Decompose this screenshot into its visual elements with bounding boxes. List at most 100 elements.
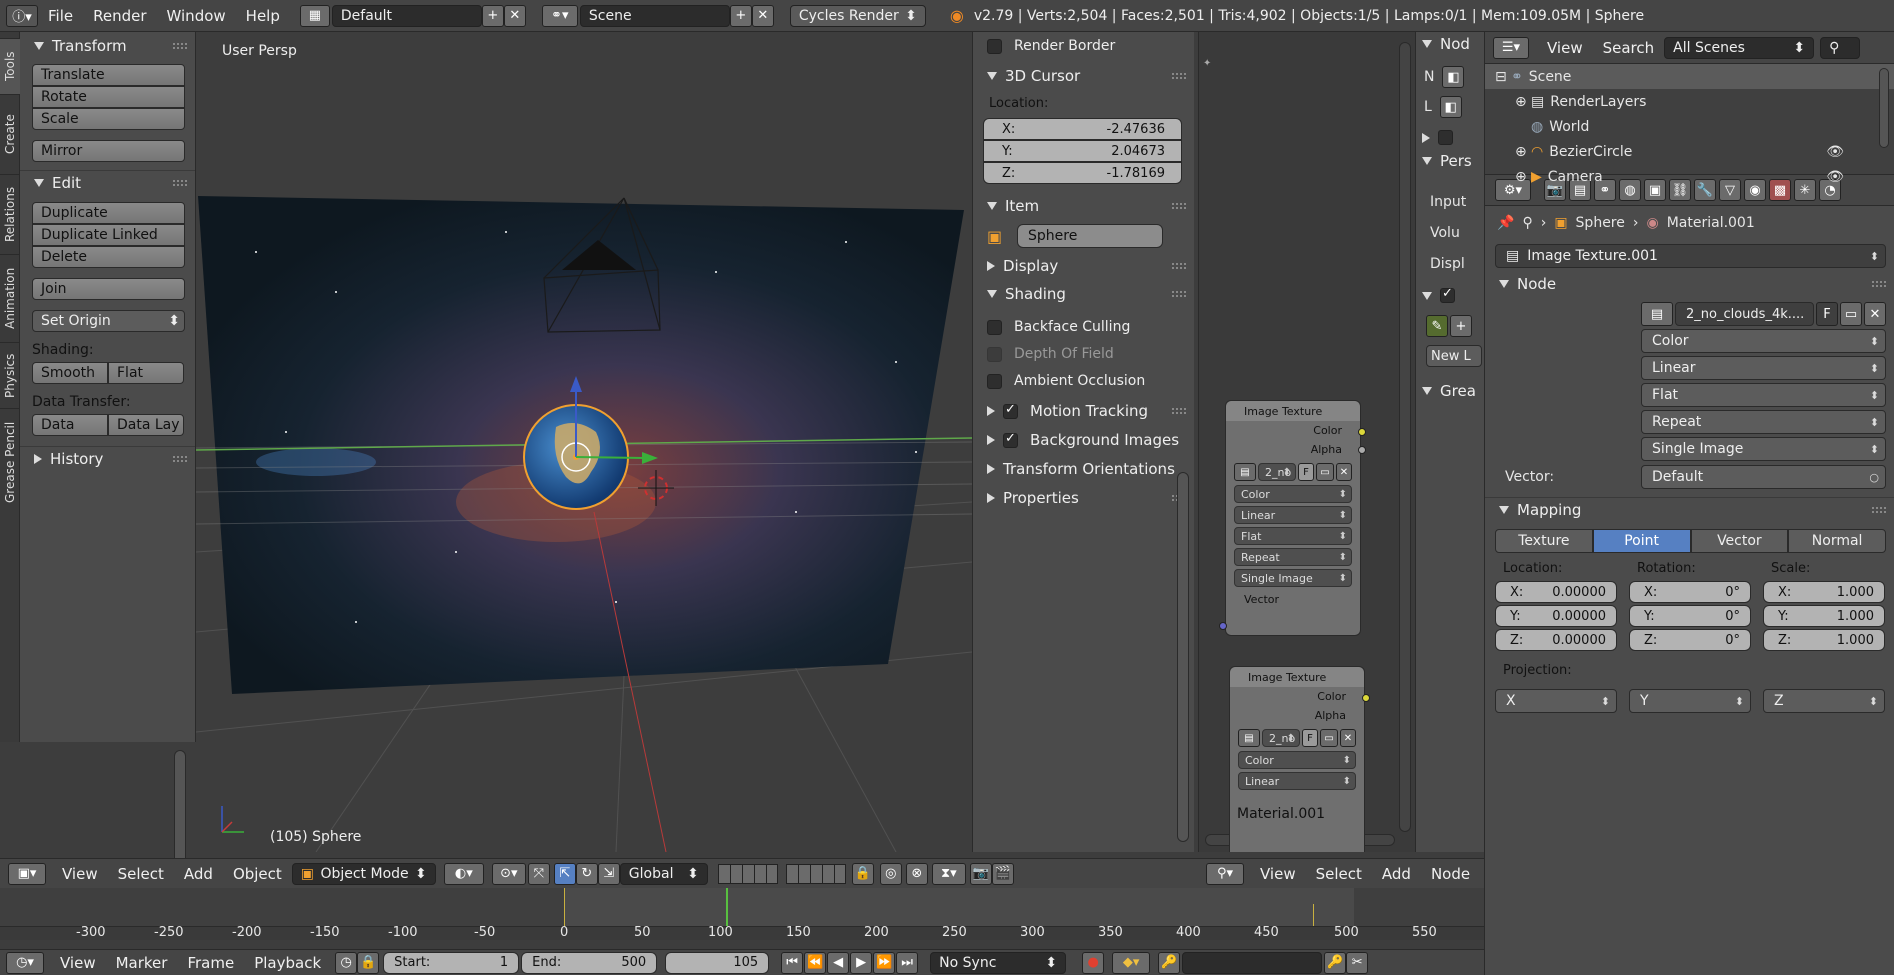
- transform-panel-header[interactable]: Transform: [20, 34, 195, 58]
- scene-icon[interactable]: ⚭▾: [541, 4, 578, 27]
- mode-dropdown[interactable]: ▣ Object Mode ⬍: [291, 862, 436, 885]
- node-interpolation-select[interactable]: Linear: [1234, 506, 1352, 524]
- render-border-checkbox[interactable]: [987, 38, 1002, 54]
- extension-select[interactable]: Repeat ⬍: [1641, 410, 1886, 434]
- tab-texture[interactable]: Texture: [1495, 529, 1593, 553]
- render-still-icon[interactable]: 📷: [969, 862, 992, 885]
- snap-icon[interactable]: ⊗: [905, 862, 928, 885]
- rotation-z-field[interactable]: Z: 0°: [1629, 629, 1751, 651]
- outliner-scrollbar[interactable]: [1879, 68, 1889, 148]
- tab-tools[interactable]: Tools: [0, 38, 20, 94]
- vector-input-field[interactable]: Default ○: [1641, 465, 1886, 489]
- eye-icon[interactable]: 👁: [1826, 169, 1844, 185]
- current-frame-field[interactable]: 105: [665, 951, 770, 974]
- backface-culling-row[interactable]: Backface Culling: [987, 314, 1182, 341]
- grip-icon[interactable]: [1172, 263, 1186, 269]
- projection-select[interactable]: Flat ⬍: [1641, 383, 1886, 407]
- grip-icon[interactable]: [173, 43, 187, 49]
- expand-icon[interactable]: ⊕: [1515, 169, 1531, 185]
- new-layer-button[interactable]: New L: [1426, 345, 1482, 367]
- color-space-select[interactable]: Color ⬍: [1641, 329, 1886, 353]
- timeline-playback-menu[interactable]: Playback: [244, 954, 331, 972]
- info-icon[interactable]: ⓘ▾: [6, 4, 38, 27]
- tab-point[interactable]: Point: [1592, 529, 1691, 553]
- source-select[interactable]: Single Image ⬍: [1641, 437, 1886, 461]
- color-checkbox[interactable]: [1438, 130, 1453, 145]
- play-icon[interactable]: ▶: [850, 951, 873, 974]
- render-animation-icon[interactable]: 🎬: [991, 862, 1014, 885]
- unlink-icon[interactable]: ✕: [1864, 302, 1886, 326]
- grip-icon[interactable]: [173, 455, 187, 462]
- join-button[interactable]: Join: [32, 278, 185, 300]
- mapping-panel-header[interactable]: Mapping: [1485, 497, 1894, 521]
- proportional-edit-icon[interactable]: ◎: [879, 862, 902, 885]
- scale-manipulator-icon[interactable]: ⇲: [597, 862, 620, 885]
- menu-file[interactable]: File: [38, 7, 83, 25]
- grease-pencil-panel-header[interactable]: Grea: [1416, 379, 1484, 403]
- pivot-icon[interactable]: ⊙▾: [491, 862, 526, 885]
- properties-panel-header[interactable]: Pers: [1416, 149, 1484, 173]
- node-icon[interactable]: ◧: [1439, 96, 1462, 118]
- location-y-field[interactable]: Y: 0.00000: [1495, 605, 1617, 627]
- insert-keyframe-icon[interactable]: 🔑: [1158, 951, 1181, 974]
- tab-vector[interactable]: Vector: [1690, 529, 1789, 553]
- interpolation-select[interactable]: Linear ⬍: [1641, 356, 1886, 380]
- record-icon[interactable]: ●: [1082, 951, 1105, 974]
- screen-layout-icon[interactable]: ▦: [299, 4, 330, 27]
- current-frame-indicator[interactable]: [726, 888, 728, 926]
- image-name-field[interactable]: 2_no: [1258, 463, 1296, 481]
- texture-node-dropdown[interactable]: ▤ Image Texture.001 ⬍: [1495, 244, 1886, 268]
- tab-animation[interactable]: Animation: [0, 254, 20, 342]
- fake-user-button[interactable]: F: [1298, 463, 1314, 481]
- flat-button[interactable]: Flat: [108, 362, 184, 384]
- scale-button[interactable]: Scale: [32, 108, 185, 130]
- viewport-object-menu[interactable]: Object: [223, 865, 292, 883]
- image-selector[interactable]: ▤ 2_no F ▭ ✕: [1234, 463, 1352, 481]
- manipulator-icon[interactable]: ⤧: [527, 862, 550, 885]
- outliner-row-camera[interactable]: ⊕ ▶ Camera 👁: [1485, 164, 1894, 189]
- item-name-field[interactable]: Sphere: [1017, 224, 1163, 248]
- node-panel-header[interactable]: Nod: [1416, 32, 1484, 56]
- rotation-y-field[interactable]: Y: 0°: [1629, 605, 1751, 627]
- outliner-row-beziercircle[interactable]: ⊕ ◠ BezierCircle 👁: [1485, 139, 1894, 164]
- viewport-add-menu[interactable]: Add: [174, 865, 223, 883]
- duplicate-button[interactable]: Duplicate: [32, 202, 185, 224]
- viewport-view-menu[interactable]: View: [52, 865, 108, 883]
- grip-icon[interactable]: [1172, 203, 1186, 209]
- open-image-icon[interactable]: ▭: [1320, 729, 1338, 747]
- transform-orientations-panel-header[interactable]: Transform Orientations: [973, 457, 1194, 481]
- unlink-icon[interactable]: ✕: [1340, 729, 1356, 747]
- layers-grid-2[interactable]: [785, 863, 846, 884]
- scale-y-field[interactable]: Y: 1.000: [1763, 605, 1885, 627]
- cursor-y-field[interactable]: Y: 2.04673: [983, 140, 1182, 162]
- scale-z-field[interactable]: Z: 1.000: [1763, 629, 1885, 651]
- keyframe-delete-icon[interactable]: ✂: [1346, 951, 1369, 974]
- image-name-field[interactable]: 2_no: [1262, 729, 1300, 747]
- socket-alpha-out[interactable]: [1358, 446, 1366, 454]
- sync-dropdown[interactable]: No Sync ⬍: [930, 951, 1067, 974]
- backface-culling-checkbox[interactable]: [987, 319, 1002, 335]
- rotate-button[interactable]: Rotate: [32, 86, 185, 108]
- background-images-checkbox[interactable]: [1003, 431, 1018, 448]
- socket-vector-in[interactable]: [1219, 622, 1227, 630]
- 3d-viewport[interactable]: User Persp (105) Sphere: [196, 32, 972, 852]
- rotate-manipulator-icon[interactable]: ↻: [575, 862, 598, 885]
- pencil-icon[interactable]: ✎: [1426, 315, 1448, 337]
- node-icon[interactable]: ◧: [1442, 66, 1465, 88]
- socket-color-out[interactable]: [1358, 428, 1366, 436]
- collapse-icon[interactable]: ⊟: [1495, 69, 1511, 85]
- image-texture-node-2[interactable]: Image Texture Color Alpha ▤ 2_no F ▭ ✕ C…: [1229, 666, 1365, 852]
- tab-relations[interactable]: Relations: [0, 174, 20, 254]
- add-layer-icon[interactable]: +: [1450, 315, 1472, 337]
- play-reverse-icon[interactable]: ◀: [827, 951, 850, 974]
- npanel-scrollbar[interactable]: [1177, 472, 1189, 842]
- ambient-occlusion-checkbox[interactable]: [987, 373, 1002, 389]
- outliner-row-world[interactable]: ◍ World: [1485, 114, 1894, 139]
- node-node-menu[interactable]: Node: [1421, 865, 1480, 883]
- timeline[interactable]: -300 -250 -200 -150 -100 -50 0 50 100 15…: [0, 888, 1484, 940]
- end-frame-field[interactable]: End: 500: [521, 951, 658, 974]
- menu-help[interactable]: Help: [236, 7, 290, 25]
- add-screen-icon[interactable]: +: [481, 4, 504, 27]
- jump-start-icon[interactable]: ⏮: [781, 951, 804, 974]
- menu-render[interactable]: Render: [83, 7, 156, 25]
